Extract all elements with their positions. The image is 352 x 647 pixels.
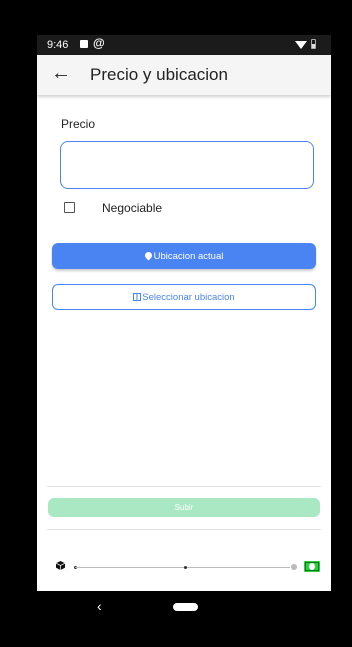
negotiable-checkbox[interactable]	[64, 202, 75, 213]
nav-back-icon[interactable]: ‹	[97, 598, 102, 614]
progress-track	[75, 567, 290, 568]
map-pin-icon	[143, 250, 154, 260]
home-pill-icon[interactable]	[173, 603, 198, 611]
select-location-button[interactable]: Seleccionar ubicacion	[52, 284, 316, 310]
arrow-left-icon[interactable]: ←	[51, 63, 71, 83]
current-location-button[interactable]: Ubicacion actual	[52, 243, 316, 269]
divider	[47, 529, 321, 530]
price-input[interactable]	[60, 141, 314, 189]
system-nav-bar: ‹	[37, 591, 331, 625]
map-icon	[133, 293, 142, 301]
money-icon	[304, 561, 320, 572]
progress-step-dot	[184, 566, 187, 569]
negotiable-label: Negociable	[102, 201, 163, 215]
page-title: Precio y ubicacion	[90, 65, 228, 84]
app-screen: 9:46 @ ← Precio y ubicacion Precio Negoc…	[37, 35, 331, 591]
app-bar: ← Precio y ubicacion	[37, 55, 331, 95]
cube-icon	[56, 561, 65, 570]
divider	[47, 486, 321, 487]
at-icon: @	[93, 36, 105, 50]
current-location-label: Ubicacion actual	[153, 250, 224, 262]
progress-step-dot	[291, 564, 297, 570]
select-location-label: Seleccionar ubicacion	[142, 291, 235, 303]
step-progress	[37, 555, 331, 575]
status-bar: 9:46 @	[37, 35, 331, 55]
wifi-icon	[295, 41, 307, 49]
device-frame: 9:46 @ ← Precio y ubicacion Precio Negoc…	[0, 0, 352, 647]
price-label: Precio	[61, 117, 96, 131]
battery-icon	[311, 39, 316, 49]
submit-label: Subir	[174, 503, 194, 512]
image-icon	[80, 40, 88, 48]
submit-button[interactable]: Subir	[48, 498, 320, 517]
status-time: 9:46	[47, 39, 69, 51]
